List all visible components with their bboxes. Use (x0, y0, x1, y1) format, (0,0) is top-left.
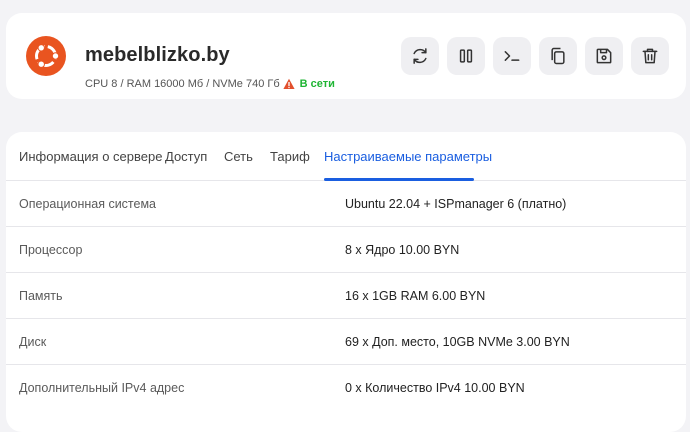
server-details-card: Информация о сервере Доступ Сеть Тариф Н… (6, 132, 686, 432)
tab-tariff[interactable]: Тариф (270, 149, 310, 164)
spec-label: Память (19, 289, 63, 303)
spec-value: 69 x Доп. место, 10GB NVMe 3.00 BYN (345, 335, 570, 349)
table-row: Операционная система Ubuntu 22.04 + ISPm… (6, 181, 686, 227)
pause-icon (459, 49, 473, 63)
status-badge: В сети (299, 78, 335, 90)
save-icon (596, 48, 612, 64)
spec-label: Процессор (19, 243, 83, 257)
spec-label: Диск (19, 335, 47, 349)
pause-button[interactable] (447, 37, 485, 75)
tab-server-info[interactable]: Информация о сервере (19, 149, 162, 164)
trash-icon (642, 48, 658, 64)
spec-label: Дополнительный IPv4 адрес (19, 381, 185, 395)
tab-bar: Информация о сервере Доступ Сеть Тариф Н… (6, 132, 686, 181)
spec-value: 8 x Ядро 10.00 BYN (345, 243, 460, 257)
table-row: Диск 69 x Доп. место, 10GB NVMe 3.00 BYN (6, 319, 686, 365)
server-specs: CPU 8 / RAM 16000 Мб / NVMe 740 Гб (85, 78, 280, 90)
refresh-icon (413, 48, 427, 64)
clone-button[interactable] (539, 37, 577, 75)
spec-value: Ubuntu 22.04 + ISPmanager 6 (платно) (345, 197, 567, 211)
restart-button[interactable] (401, 37, 439, 75)
delete-button[interactable] (631, 37, 669, 75)
tab-access[interactable]: Доступ (165, 149, 207, 164)
table-row: Память 16 x 1GB RAM 6.00 BYN (6, 273, 686, 319)
spec-label: Операционная система (19, 197, 157, 211)
warning-triangle-icon (283, 78, 295, 89)
copy-icon (551, 47, 565, 65)
server-actions (401, 37, 669, 75)
table-row: Процессор 8 x Ядро 10.00 BYN (6, 227, 686, 273)
backup-button[interactable] (585, 37, 623, 75)
table-row: Дополнительный IPv4 адрес 0 x Количество… (6, 365, 686, 411)
console-button[interactable] (493, 37, 531, 75)
server-card: mebelblizko.by CPU 8 / RAM 16000 Мб / NV… (6, 13, 686, 99)
terminal-icon (504, 51, 520, 61)
tab-network[interactable]: Сеть (224, 149, 253, 164)
ubuntu-logo-icon (26, 36, 66, 76)
server-name: mebelblizko.by (85, 44, 230, 66)
tab-custom-params[interactable]: Настраиваемые параметры (324, 149, 492, 164)
spec-value: 0 x Количество IPv4 10.00 BYN (345, 381, 525, 395)
server-specs-line: CPU 8 / RAM 16000 Мб / NVMe 740 Гб В сет… (85, 78, 335, 90)
spec-table: Операционная система Ubuntu 22.04 + ISPm… (6, 181, 686, 411)
spec-value: 16 x 1GB RAM 6.00 BYN (345, 289, 486, 303)
